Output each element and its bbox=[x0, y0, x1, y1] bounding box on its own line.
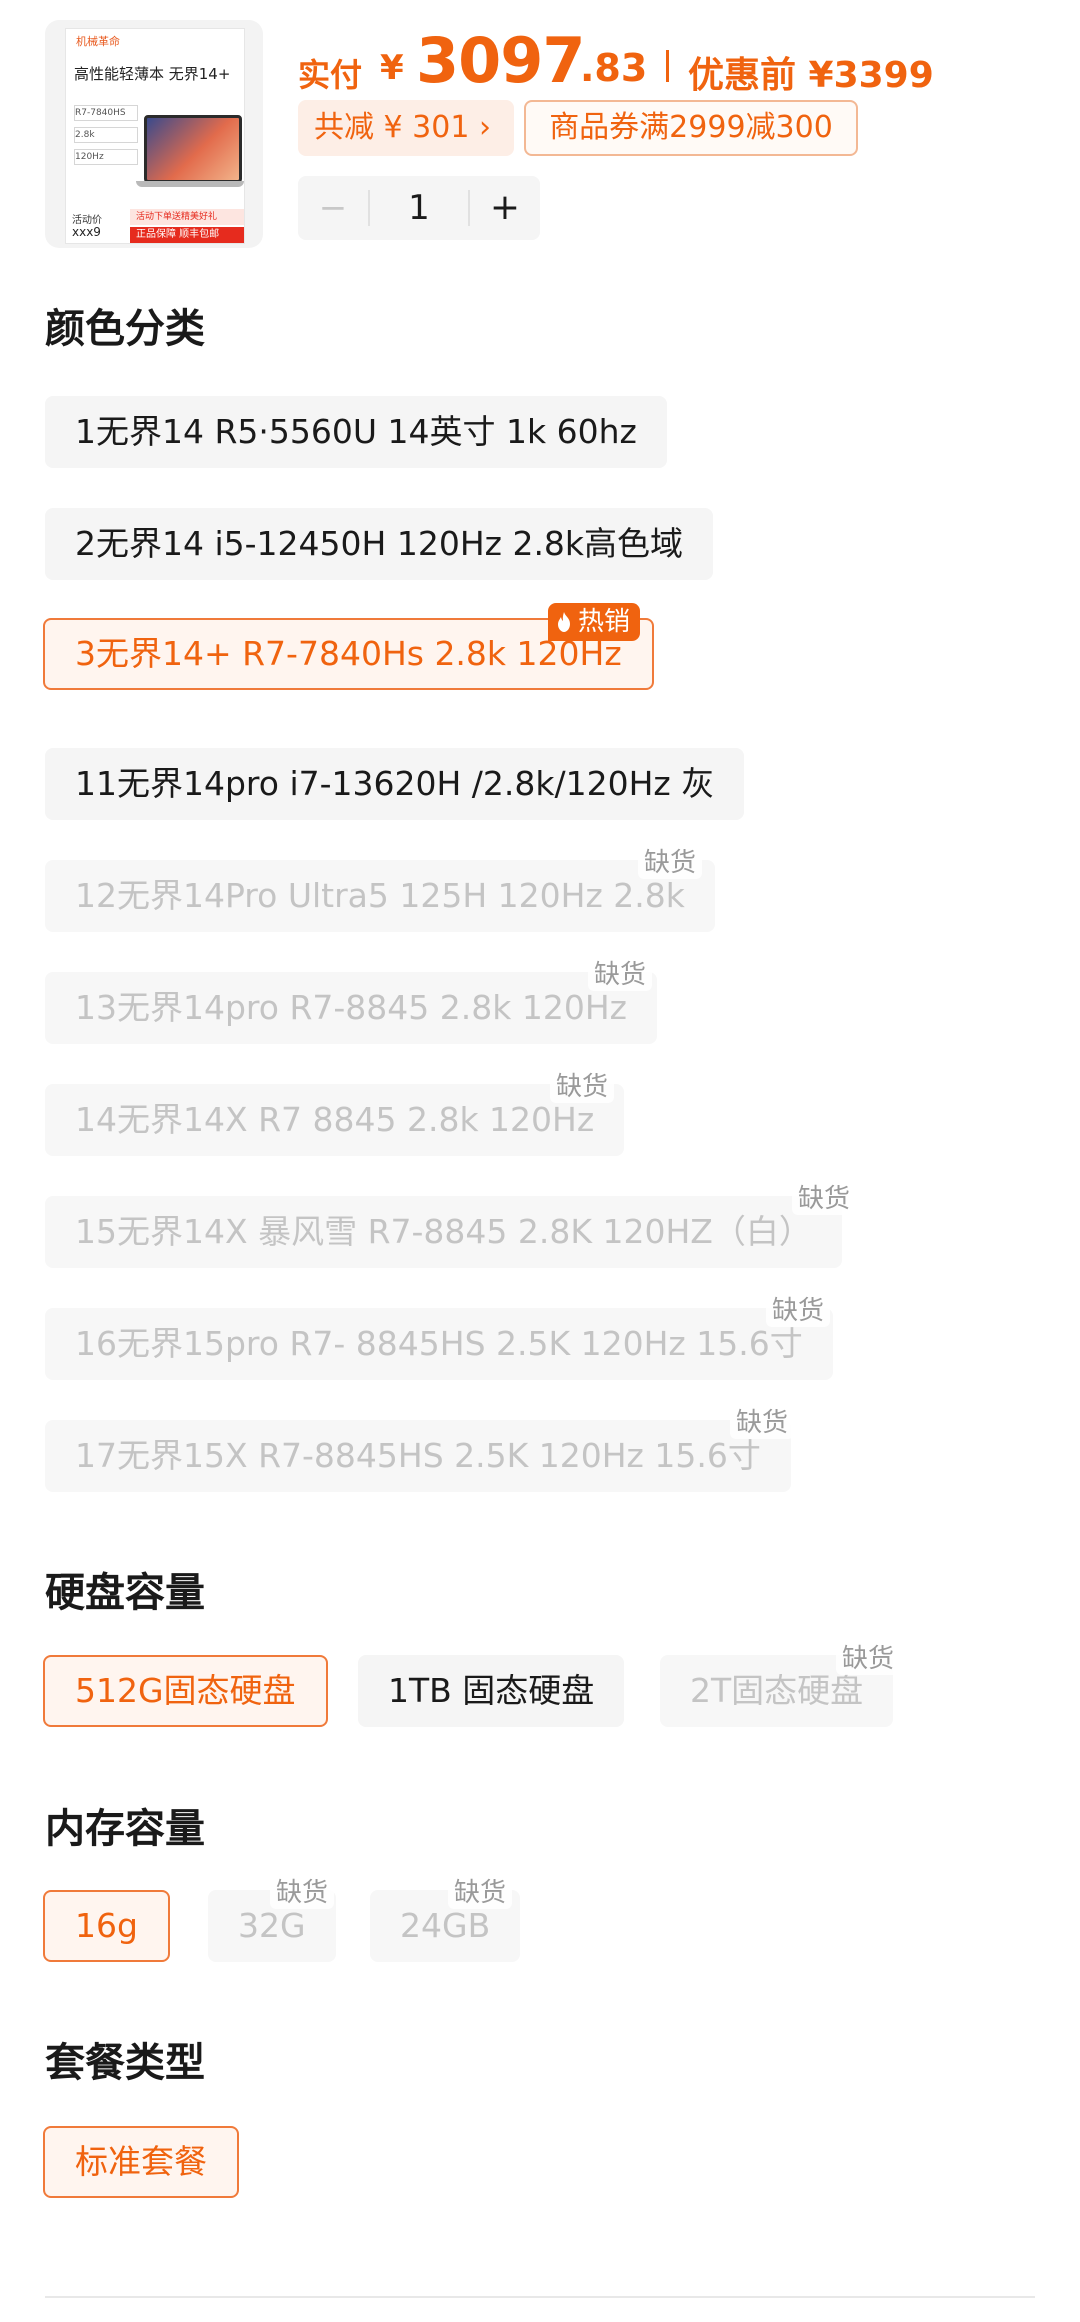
divider bbox=[45, 2296, 1035, 2298]
laptop-image bbox=[144, 115, 242, 183]
package-section-title: 套餐类型 bbox=[45, 2040, 205, 2086]
color-option[interactable]: 1无界14 R5·5560U 14英寸 1k 60hz bbox=[45, 396, 667, 468]
quantity-value[interactable]: 1 bbox=[370, 176, 468, 240]
discount-pill[interactable]: 共减 ¥ 301 › bbox=[298, 100, 514, 156]
package-option-selected[interactable]: 标准套餐 bbox=[43, 2126, 239, 2198]
thumbnail-spec: 120Hz bbox=[74, 149, 138, 165]
laptop-base-image bbox=[136, 181, 244, 187]
memory-section-title: 内存容量 bbox=[45, 1806, 205, 1852]
hot-badge-label: 热销 bbox=[578, 607, 631, 637]
color-section-title: 颜色分类 bbox=[45, 306, 205, 352]
product-header: 机械革命 高性能轻薄本 无界14+ R7-7840HS 2.8k 120Hz 活… bbox=[0, 0, 1080, 260]
thumbnail-title: 高性能轻薄本 无界14+ bbox=[74, 65, 231, 83]
color-option-disabled[interactable]: 17无界15X R7-8845HS 2.5K 120Hz 15.6寸 bbox=[45, 1420, 791, 1492]
discount-label: 共减 ¥ 301 bbox=[314, 110, 470, 145]
thumbnail-footer: 活动价 xxx9 活动下单送精美好礼 正品保障 顺丰包邮 bbox=[66, 209, 244, 243]
thumbnail-card: 机械革命 高性能轻薄本 无界14+ R7-7840HS 2.8k 120Hz 活… bbox=[65, 28, 245, 244]
color-option[interactable]: 11无界14pro i7-13620H /2.8k/120Hz 灰 bbox=[45, 748, 745, 820]
color-option-disabled[interactable]: 14无界14X R7 8845 2.8k 120Hz bbox=[45, 1084, 625, 1156]
out-of-stock-badge: 缺货 bbox=[638, 842, 703, 879]
decrement-button[interactable]: − bbox=[298, 176, 368, 240]
thumbnail-spec: 2.8k bbox=[74, 127, 138, 143]
thumbnail-activity-price: xxx9 bbox=[72, 225, 101, 239]
thumbnail-brand: 机械革命 bbox=[76, 35, 120, 48]
thumbnail-tag-bottom: 正品保障 顺丰包邮 bbox=[130, 227, 244, 243]
hot-badge: 热销 bbox=[548, 603, 641, 641]
out-of-stock-badge: 缺货 bbox=[550, 1066, 615, 1103]
color-option[interactable]: 2无界14 i5-12450H 120Hz 2.8k高色域 bbox=[45, 508, 714, 580]
price-label: 实付 bbox=[298, 56, 363, 94]
color-option-disabled[interactable]: 13无界14pro R7-8845 2.8k 120Hz bbox=[45, 972, 657, 1044]
out-of-stock-badge: 缺货 bbox=[792, 1178, 857, 1215]
price-integer: 3097 bbox=[416, 24, 586, 97]
out-of-stock-badge: 缺货 bbox=[588, 954, 653, 991]
original-price: 优惠前 ¥3399 bbox=[688, 55, 934, 96]
thumbnail-spec: R7-7840HS bbox=[74, 105, 138, 121]
thumbnail-specs: R7-7840HS 2.8k 120Hz bbox=[74, 105, 138, 171]
memory-option-selected[interactable]: 16g bbox=[43, 1890, 170, 1962]
quantity-stepper: − 1 + bbox=[298, 176, 540, 240]
out-of-stock-badge: 缺货 bbox=[766, 1290, 831, 1327]
color-option-disabled[interactable]: 12无界14Pro Ultra5 125H 120Hz 2.8k bbox=[45, 860, 715, 932]
out-of-stock-badge: 缺货 bbox=[448, 1872, 513, 1909]
coupon-badge[interactable]: 商品券满2999减300 bbox=[524, 100, 858, 156]
flame-icon bbox=[558, 612, 570, 632]
thumbnail-tag-top: 活动下单送精美好礼 bbox=[130, 209, 244, 225]
storage-option-selected[interactable]: 512G固态硬盘 bbox=[43, 1655, 328, 1727]
product-thumbnail[interactable]: 机械革命 高性能轻薄本 无界14+ R7-7840HS 2.8k 120Hz 活… bbox=[45, 20, 263, 248]
out-of-stock-badge: 缺货 bbox=[836, 1638, 901, 1675]
storage-option[interactable]: 1TB 固态硬盘 bbox=[358, 1655, 625, 1727]
out-of-stock-badge: 缺货 bbox=[270, 1872, 335, 1909]
price-decimal: .83 bbox=[580, 46, 648, 90]
currency-symbol: ¥ bbox=[380, 48, 404, 88]
out-of-stock-badge: 缺货 bbox=[730, 1402, 795, 1439]
color-option-disabled[interactable]: 15无界14X 暴风雪 R7-8845 2.8K 120HZ（白） bbox=[45, 1196, 842, 1268]
thumbnail-activity-label: 活动价 bbox=[72, 215, 102, 226]
increment-button[interactable]: + bbox=[470, 176, 540, 240]
chevron-right-icon: › bbox=[478, 110, 491, 145]
storage-section-title: 硬盘容量 bbox=[45, 1570, 205, 1616]
price-divider bbox=[666, 50, 669, 82]
color-option-disabled[interactable]: 16无界15pro R7- 8845HS 2.5K 120Hz 15.6寸 bbox=[45, 1308, 833, 1380]
